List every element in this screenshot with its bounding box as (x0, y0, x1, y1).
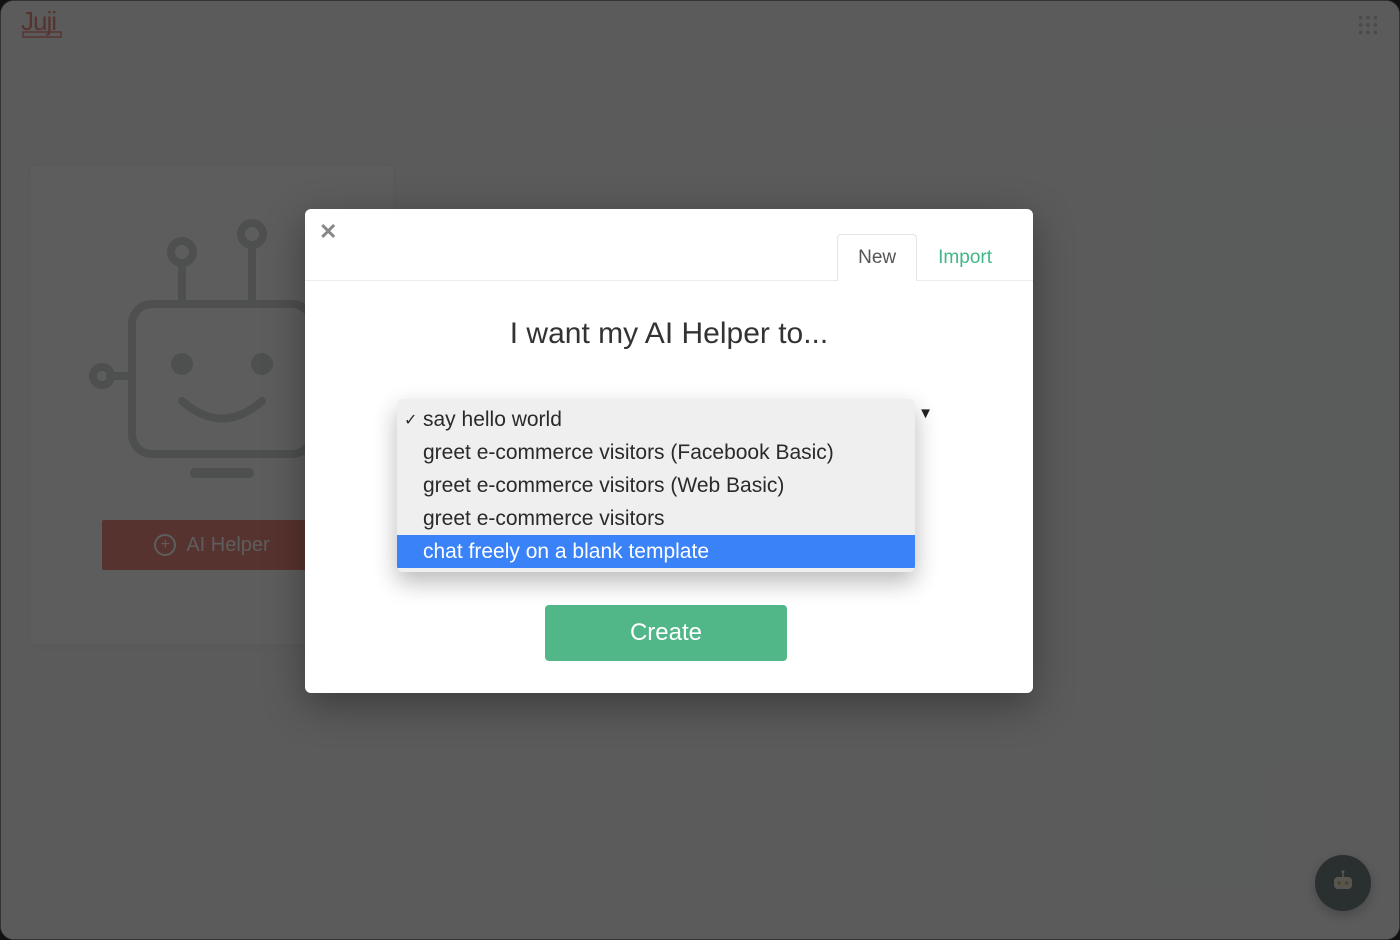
create-button[interactable]: Create (545, 605, 787, 661)
modal-tabs: New Import (837, 233, 1013, 281)
tab-import[interactable]: Import (917, 234, 1013, 281)
template-option[interactable]: greet e-commerce visitors (Facebook Basi… (397, 436, 915, 469)
template-option[interactable]: greet e-commerce visitors (Web Basic) (397, 469, 915, 502)
template-option[interactable]: greet e-commerce visitors (397, 502, 915, 535)
tab-new[interactable]: New (837, 234, 917, 281)
template-option[interactable]: say hello world (397, 403, 915, 436)
create-helper-modal: ✕ New Import I want my AI Helper to... ▼… (305, 209, 1033, 693)
template-option[interactable]: chat freely on a blank template (397, 535, 915, 568)
caret-down-icon: ▼ (918, 405, 933, 422)
modal-title: I want my AI Helper to... (305, 317, 1033, 351)
close-icon[interactable]: ✕ (319, 219, 337, 245)
template-dropdown: say hello worldgreet e-commerce visitors… (397, 399, 915, 572)
